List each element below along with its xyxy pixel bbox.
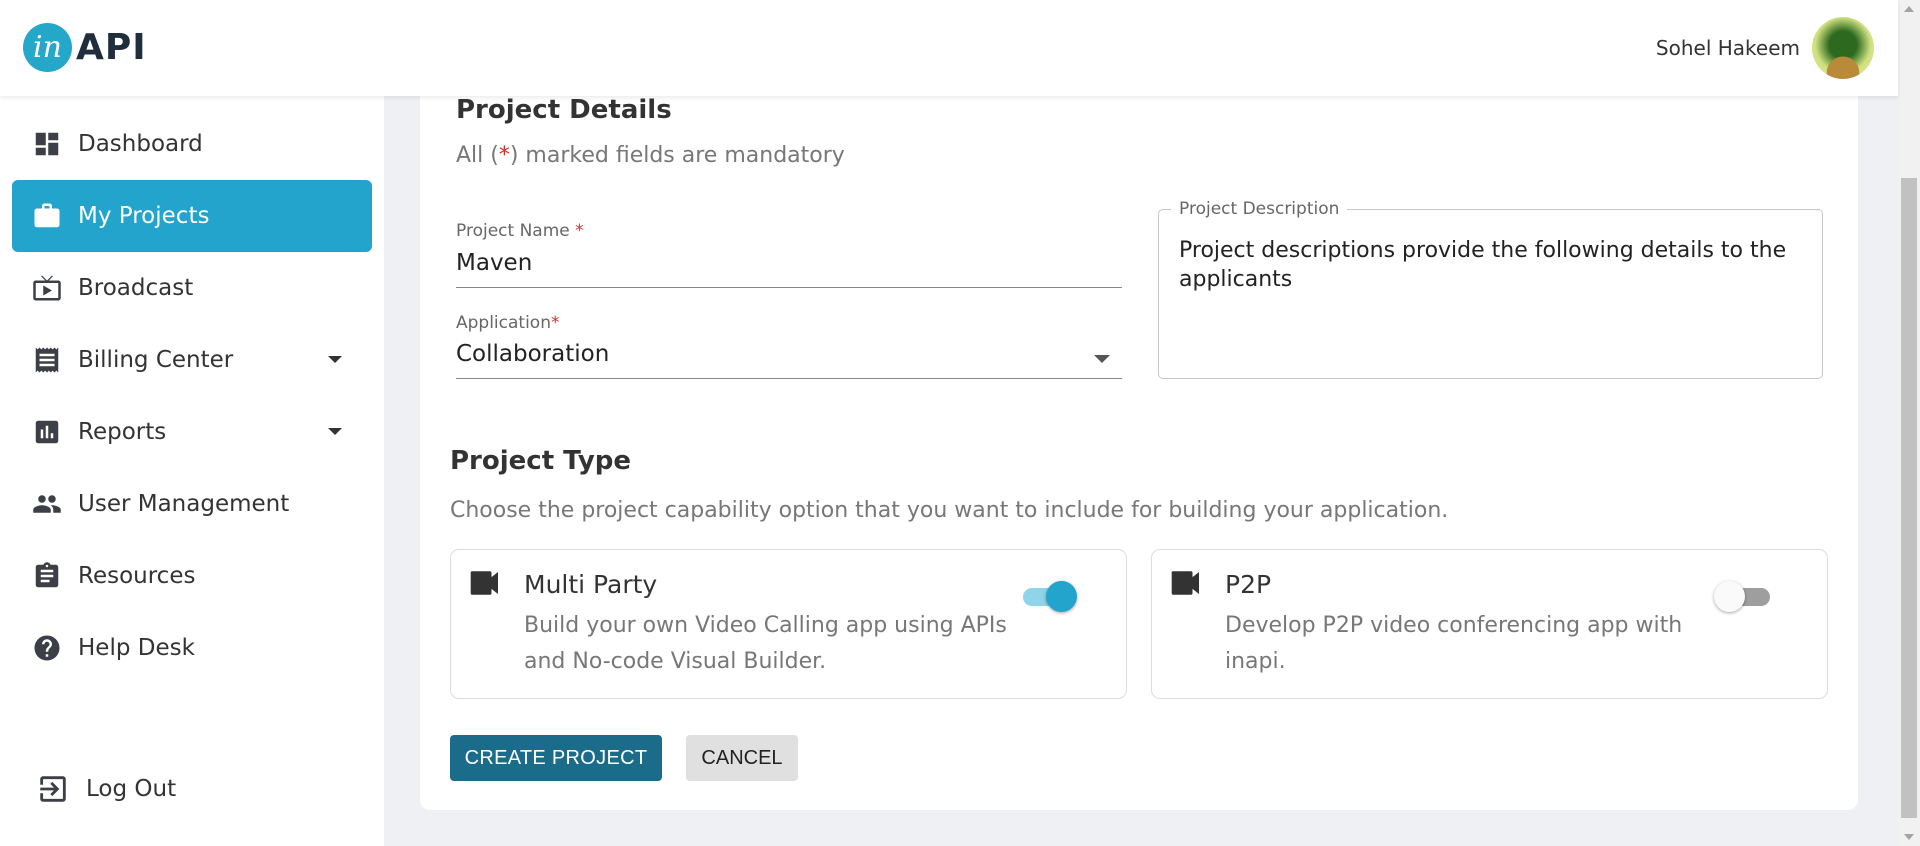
application-label: Application* [456,313,560,333]
dashboard-icon [32,129,62,159]
sidebar-item-user-management[interactable]: User Management [12,468,372,540]
mandatory-note-suffix: ) marked fields are mandatory [509,143,845,168]
logout-button[interactable]: Log Out [36,772,176,806]
bar-chart-icon [32,417,62,447]
option-description: Build your own Video Calling app using A… [524,613,1007,674]
user-name: Sohel Hakeem [1655,36,1800,60]
sidebar-item-help-desk[interactable]: Help Desk [12,612,372,684]
create-project-button[interactable]: CREATE PROJECT [450,735,662,781]
required-star: * [575,221,584,241]
app-logo[interactable]: in API [23,23,147,72]
videocam-icon [1170,570,1202,596]
logo-mark: in [23,23,72,72]
avatar[interactable] [1812,17,1874,79]
project-type-title: Project Type [450,446,632,476]
sidebar-item-label: Billing Center [78,347,234,373]
sidebar: Dashboard My Projects Broadcast Billing … [0,96,384,846]
mandatory-note-prefix: All ( [456,143,499,168]
sidebar-item-label: My Projects [78,203,210,229]
broadcast-tv-icon [32,273,62,303]
receipt-icon [32,345,62,375]
required-star: * [551,313,560,333]
application-select[interactable]: Collaboration [456,341,609,367]
user-menu[interactable]: Sohel Hakeem [1656,17,1874,79]
mandatory-note: All (*) marked fields are mandatory [456,143,845,168]
sidebar-item-reports[interactable]: Reports [12,396,372,468]
sidebar-item-label: Reports [78,419,167,445]
sidebar-item-resources[interactable]: Resources [12,540,372,612]
logo-text: API [76,27,147,68]
chevron-down-icon[interactable] [328,356,342,363]
project-name-label-text: Project Name [456,221,570,241]
application-label-text: Application [456,313,551,333]
clipboard-icon [32,561,62,591]
sidebar-item-label: Resources [78,563,196,589]
multi-party-toggle[interactable] [1019,578,1079,614]
project-description-label: Project Description [1171,199,1348,219]
scrollbar-thumb[interactable] [1901,178,1917,818]
sidebar-item-label: Dashboard [78,131,203,157]
sidebar-item-broadcast[interactable]: Broadcast [12,252,372,324]
project-type-subtitle: Choose the project capability option tha… [450,498,1449,523]
scroll-down-icon[interactable] [1904,834,1914,840]
sidebar-item-label: Broadcast [78,275,194,301]
project-name-underline [456,287,1122,288]
option-description: Develop P2P video conferencing app with … [1225,613,1683,674]
sidebar-item-label: Help Desk [78,635,195,661]
project-details-title: Project Details [456,95,672,125]
page-scrollbar[interactable] [1898,0,1920,846]
option-title: Multi Party [524,570,658,599]
sidebar-item-my-projects[interactable]: My Projects [12,180,372,252]
create-project-card: Project Details All (*) marked fields ar… [420,75,1858,810]
briefcase-icon [32,201,62,231]
sidebar-item-billing-center[interactable]: Billing Center [12,324,372,396]
project-name-label: Project Name * [456,221,584,241]
project-description-textarea[interactable]: Project descriptions provide the followi… [1179,236,1799,294]
chevron-down-icon[interactable] [328,428,342,435]
sidebar-item-label: User Management [78,491,290,517]
application-underline [456,378,1122,379]
toggle-knob [1714,581,1745,612]
p2p-toggle[interactable] [1714,578,1774,614]
toggle-knob [1046,581,1077,612]
videocam-icon [469,570,501,596]
logout-icon [40,776,66,802]
help-icon [32,633,62,663]
sidebar-item-dashboard[interactable]: Dashboard [12,108,372,180]
top-bar: in API Sohel Hakeem [0,0,1898,96]
chevron-down-icon[interactable] [1094,355,1110,363]
scroll-up-icon[interactable] [1904,6,1914,12]
project-description-field[interactable]: Project Description Project descriptions… [1158,199,1823,379]
required-star: * [498,143,510,168]
project-type-p2p[interactable]: P2P Develop P2P video conferencing app w… [1151,549,1828,699]
logout-label: Log Out [86,776,177,802]
option-title: P2P [1225,570,1272,599]
cancel-button[interactable]: CANCEL [686,735,798,781]
people-icon [32,489,62,519]
project-type-multi-party[interactable]: Multi Party Build your own Video Calling… [450,549,1127,699]
project-name-input[interactable]: Maven [456,250,532,276]
